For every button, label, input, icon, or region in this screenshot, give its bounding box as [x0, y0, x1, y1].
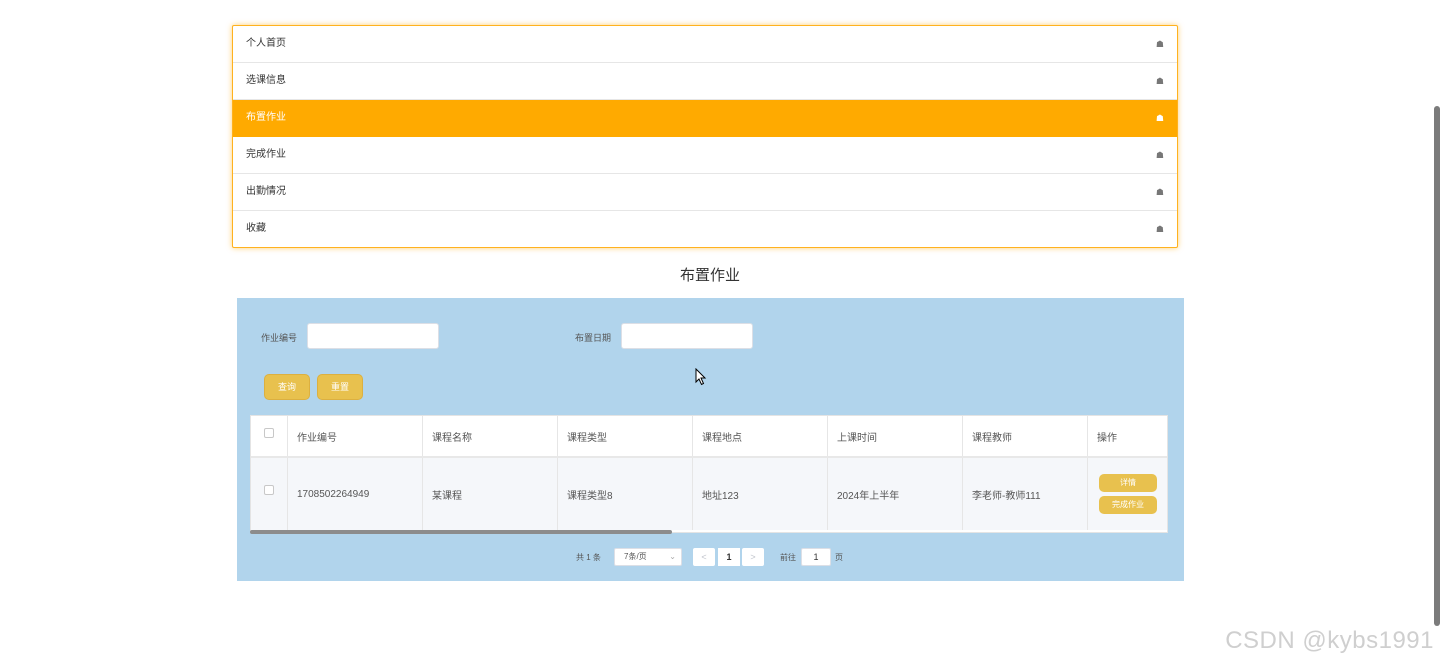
column-header: 操作: [1097, 432, 1117, 444]
column-header[interactable]: 上课时间: [828, 416, 963, 456]
table-cell: 课程类型8: [558, 458, 693, 530]
menu-item-label: 完成作业: [246, 149, 286, 160]
page-title: 布置作业: [679, 267, 740, 284]
menu-item-favorites[interactable]: 收藏 ☗: [233, 211, 1177, 247]
row-select-cell: [251, 458, 288, 530]
page-suffix: 页: [835, 553, 843, 562]
page-size-select[interactable]: 7条/页 ⌄: [614, 548, 682, 566]
current-page[interactable]: 1: [718, 548, 740, 566]
goto-label: 前往: [780, 553, 796, 562]
menu-item-attendance[interactable]: 出勤情况 ☗: [233, 174, 1177, 211]
page-size-value: 7条/页: [624, 552, 647, 561]
complete-homework-button[interactable]: 完成作业: [1099, 496, 1157, 514]
table-horizontal-scrollbar[interactable]: [250, 530, 672, 534]
select-all-cell: [251, 416, 288, 456]
prev-page-button[interactable]: <: [693, 548, 715, 566]
home-icon: ☗: [1155, 76, 1164, 86]
homework-table: 作业编号 课程名称 课程类型 课程地点 上课时间 课程教师 操作 1708502…: [250, 415, 1168, 533]
menu-item-label: 选课信息: [246, 75, 286, 86]
actions-cell: 详情 完成作业: [1088, 458, 1167, 530]
goto-page-input[interactable]: 1: [801, 548, 831, 566]
column-header[interactable]: 课程地点: [693, 416, 828, 456]
assign-date-label: 布置日期: [575, 333, 612, 343]
assign-date-input[interactable]: [621, 323, 753, 349]
menu-item-label: 个人首页: [246, 38, 286, 49]
reset-button[interactable]: 重置: [317, 374, 363, 400]
content-panel: 作业编号 布置日期 查询 重置 作业编号 课程名称 课程类型 课程地点 上课时间…: [237, 298, 1184, 581]
table-cell: 李老师-教师111: [963, 458, 1088, 530]
mouse-cursor-icon: [695, 368, 707, 386]
menu-item-course-selection[interactable]: 选课信息 ☗: [233, 63, 1177, 100]
home-icon: ☗: [1155, 39, 1164, 49]
page-vertical-scrollbar[interactable]: [1434, 106, 1440, 626]
column-header[interactable]: 作业编号: [288, 416, 423, 456]
menu-item-label: 出勤情况: [246, 186, 286, 197]
menu-item-label: 收藏: [246, 223, 266, 234]
table-cell: 某课程: [423, 458, 558, 530]
table-row: 1708502264949 某课程 课程类型8 地址123 2024年上半年 李…: [251, 458, 1167, 530]
watermark: CSDN @kybs1991: [1225, 627, 1434, 654]
row-checkbox[interactable]: [264, 485, 274, 495]
home-icon: ☗: [1155, 113, 1164, 123]
home-icon: ☗: [1155, 187, 1164, 197]
menu-item-home[interactable]: 个人首页 ☗: [233, 26, 1177, 63]
total-count: 共 1 条: [576, 553, 601, 562]
select-all-checkbox[interactable]: [264, 428, 274, 438]
table-cell: 1708502264949: [288, 458, 423, 530]
table-cell: 地址123: [693, 458, 828, 530]
column-header[interactable]: 课程名称: [423, 416, 558, 456]
column-header[interactable]: 课程教师: [963, 416, 1088, 456]
homework-id-label: 作业编号: [261, 333, 298, 343]
next-page-button[interactable]: >: [742, 548, 764, 566]
nav-menu: 个人首页 ☗ 选课信息 ☗ 布置作业 ☗ 完成作业 ☗ 出勤情况 ☗ 收藏 ☗: [232, 25, 1178, 248]
menu-item-assign-homework[interactable]: 布置作业 ☗: [233, 100, 1177, 137]
detail-button[interactable]: 详情: [1099, 474, 1157, 492]
column-header[interactable]: 课程类型: [558, 416, 693, 456]
menu-item-complete-homework[interactable]: 完成作业 ☗: [233, 137, 1177, 174]
query-button[interactable]: 查询: [264, 374, 310, 400]
home-icon: ☗: [1155, 150, 1164, 160]
table-header-row: 作业编号 课程名称 课程类型 课程地点 上课时间 课程教师 操作: [251, 416, 1167, 458]
table-cell: 2024年上半年: [828, 458, 963, 530]
pagination: 共 1 条 7条/页 ⌄ < 1 > 前往 1 页: [237, 548, 1184, 566]
chevron-down-icon: ⌄: [669, 552, 676, 561]
home-icon: ☗: [1155, 224, 1164, 234]
menu-item-label: 布置作业: [246, 112, 286, 123]
homework-id-input[interactable]: [307, 323, 439, 349]
